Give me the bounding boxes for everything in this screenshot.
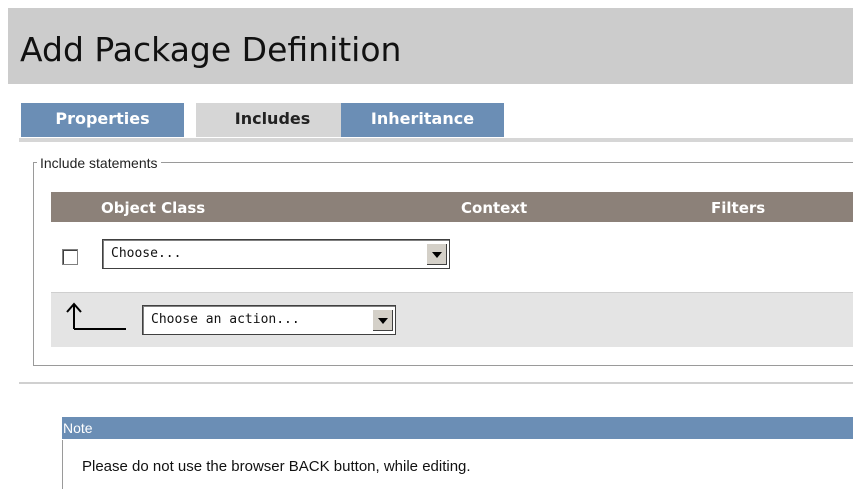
includes-table-header: Object Class Context Filters [51,192,853,222]
tab-inheritance[interactable]: Inheritance [341,103,504,137]
chevron-down-icon[interactable] [372,309,393,331]
up-arrow-icon [66,302,126,330]
note-title: Note [63,420,93,436]
note-header: Note [62,417,853,439]
page-header: Add Package Definition [8,8,853,84]
action-select-value: Choose an action... [151,312,300,327]
chevron-down-icon[interactable] [426,243,447,265]
page-title: Add Package Definition [20,30,402,69]
action-select[interactable]: Choose an action... [142,305,396,335]
column-header-context: Context [461,199,528,217]
tab-underline [19,138,853,142]
tab-includes[interactable]: Includes [196,103,349,137]
include-statements-legend: Include statements [37,155,161,171]
panel-divider [19,382,853,384]
object-class-select-value: Choose... [111,246,182,261]
tab-properties[interactable]: Properties [21,103,184,137]
note-text: Please do not use the browser BACK butto… [82,458,471,475]
object-class-select[interactable]: Choose... [102,239,450,269]
column-header-filters: Filters [711,199,766,217]
row-select-checkbox[interactable] [62,249,78,265]
column-header-object-class: Object Class [101,199,206,217]
note-body: Please do not use the browser BACK butto… [62,440,853,489]
